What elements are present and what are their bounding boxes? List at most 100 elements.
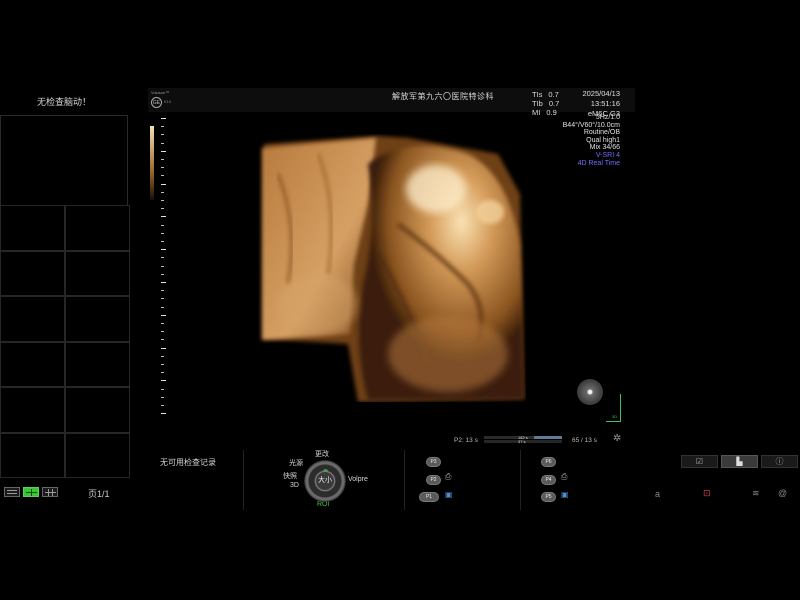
ruler-tick bbox=[161, 396, 164, 398]
preset-button[interactable]: P1 bbox=[419, 492, 439, 502]
exam-date: 2025/04/13 bbox=[582, 89, 620, 98]
ge-logo: Voluson™ GE E10 bbox=[151, 90, 177, 110]
ruler-tick bbox=[161, 355, 164, 357]
thermal-indices: TIs 0.7 TIb 0.7 MI 0.9 bbox=[532, 90, 559, 117]
no-exam-record: 无可用检查记录 bbox=[160, 458, 216, 467]
knob-label-volpre[interactable]: Volpre bbox=[348, 476, 368, 483]
wifi-icon[interactable]: ≋ bbox=[752, 488, 760, 499]
exam-time: 13:51:16 bbox=[590, 99, 620, 108]
ruler-tick bbox=[161, 314, 166, 316]
ruler-tick bbox=[161, 200, 164, 201]
thumbnail-grid bbox=[0, 205, 130, 478]
knob-label-roi[interactable]: ROI bbox=[317, 501, 329, 508]
ruler-tick bbox=[161, 306, 164, 308]
imaging-parameters: 5Hz/1.0 B44°/V60°/10.0cm Routine/OB Qual… bbox=[540, 114, 620, 167]
thumbnail-slot[interactable] bbox=[0, 387, 65, 433]
ruler-tick bbox=[161, 167, 164, 169]
ruler-tick bbox=[161, 265, 164, 267]
ruler-tick bbox=[161, 372, 164, 374]
ruler-tick bbox=[161, 388, 164, 390]
ruler-tick bbox=[161, 323, 164, 324]
preset-button[interactable]: P6 bbox=[541, 457, 556, 467]
printer-icon[interactable]: ⎙ bbox=[445, 472, 451, 482]
model-name: E10 bbox=[164, 99, 172, 104]
ruler-tick bbox=[161, 364, 164, 365]
ruler-tick bbox=[161, 339, 164, 341]
preset-button[interactable]: P2 bbox=[426, 475, 441, 485]
param-line: 5Hz/1.0 bbox=[595, 114, 620, 121]
thumbnail-slot[interactable] bbox=[0, 296, 65, 342]
thumbnail-preview[interactable] bbox=[0, 115, 128, 205]
thumbnail-slot[interactable] bbox=[65, 432, 130, 478]
keyboard-symbol[interactable]: a bbox=[655, 489, 660, 499]
ruler-tick bbox=[161, 380, 166, 382]
printer-icon[interactable]: ⎙ bbox=[561, 472, 567, 482]
orientation-marker-icon[interactable] bbox=[577, 379, 603, 405]
thumbnail-slot[interactable] bbox=[65, 205, 130, 251]
cine-bottom-value: 37 s bbox=[518, 439, 526, 444]
ruler-tick bbox=[161, 126, 164, 128]
ruler-tick bbox=[161, 150, 166, 152]
save-disk-icon[interactable]: ▣ bbox=[561, 490, 569, 499]
cine-scrollbar[interactable]: 182 s 37 s bbox=[484, 435, 562, 444]
thumbnail-slot[interactable] bbox=[65, 296, 130, 342]
ruler-tick bbox=[161, 273, 164, 275]
tab-edit-icon[interactable]: ☑ bbox=[681, 455, 718, 468]
thumbnail-slot[interactable] bbox=[0, 341, 65, 387]
grayscale-bar bbox=[150, 126, 154, 200]
depth-ruler bbox=[161, 118, 167, 415]
axis-label: 3D bbox=[612, 414, 618, 419]
ruler-tick bbox=[161, 118, 166, 119]
ruler-tick bbox=[161, 191, 164, 193]
knob-label-snapshot[interactable]: 快照 bbox=[283, 471, 297, 481]
ruler-tick bbox=[161, 134, 164, 136]
gear-icon[interactable]: ✲ bbox=[613, 433, 621, 444]
ruler-tick bbox=[161, 208, 164, 210]
divider bbox=[243, 450, 244, 510]
preset-button[interactable]: P5 bbox=[541, 492, 556, 502]
thumbnail-slot[interactable] bbox=[0, 205, 65, 251]
ruler-tick bbox=[161, 216, 166, 218]
tab-info-icon[interactable]: ⓘ bbox=[761, 455, 798, 468]
ruler-tick bbox=[161, 142, 164, 144]
save-disk-icon[interactable]: ▣ bbox=[445, 490, 453, 499]
fetal-volume-image bbox=[262, 136, 524, 402]
ruler-tick bbox=[161, 347, 166, 349]
cine-frames: 65 / 13 s bbox=[572, 437, 597, 444]
layout-3x3-icon[interactable] bbox=[42, 487, 58, 497]
knob-label-change[interactable]: 更改 bbox=[315, 449, 329, 459]
at-icon[interactable]: @ bbox=[778, 488, 787, 498]
ruler-tick bbox=[161, 282, 166, 283]
thumbnail-slot[interactable] bbox=[65, 250, 130, 296]
ruler-tick bbox=[161, 298, 164, 300]
layout-switcher bbox=[4, 487, 58, 497]
layout-1x2-icon[interactable] bbox=[4, 487, 20, 497]
preset-button[interactable]: P3 bbox=[426, 457, 441, 467]
ruler-tick bbox=[161, 257, 164, 259]
param-line: Routine/OB bbox=[583, 129, 620, 137]
ge-logo-icon: GE bbox=[151, 97, 162, 108]
ruler-tick bbox=[161, 405, 164, 406]
index-value: 0.7 bbox=[548, 90, 559, 99]
knob-size-button[interactable]: 大小 bbox=[315, 471, 335, 491]
layout-2x2-icon[interactable] bbox=[23, 487, 39, 497]
thumbnail-slot[interactable] bbox=[0, 432, 65, 478]
tab-chart-icon[interactable]: ▙ bbox=[721, 455, 758, 468]
knob-label-light[interactable]: 光源 bbox=[289, 458, 303, 468]
index-value: 0.7 bbox=[548, 99, 560, 108]
preset-button[interactable]: P4 bbox=[541, 475, 556, 485]
exam-warning-title: 无检查脑动！ bbox=[36, 97, 91, 107]
ruler-tick bbox=[161, 232, 164, 234]
thumbnail-slot[interactable] bbox=[0, 250, 65, 296]
knob-label-3d[interactable]: 3D bbox=[290, 482, 299, 489]
thumbnail-slot[interactable] bbox=[65, 387, 130, 433]
network-icon[interactable]: ⊡ bbox=[703, 488, 711, 499]
ruler-tick bbox=[161, 331, 164, 333]
index-label: TIb bbox=[532, 99, 543, 108]
thumbnail-slot[interactable] bbox=[65, 341, 130, 387]
divider bbox=[404, 450, 405, 510]
ruler-tick bbox=[161, 224, 164, 226]
axis-vertical-line bbox=[620, 394, 621, 422]
axis-horizontal-line bbox=[606, 421, 621, 422]
volume-render-view[interactable] bbox=[258, 134, 526, 402]
